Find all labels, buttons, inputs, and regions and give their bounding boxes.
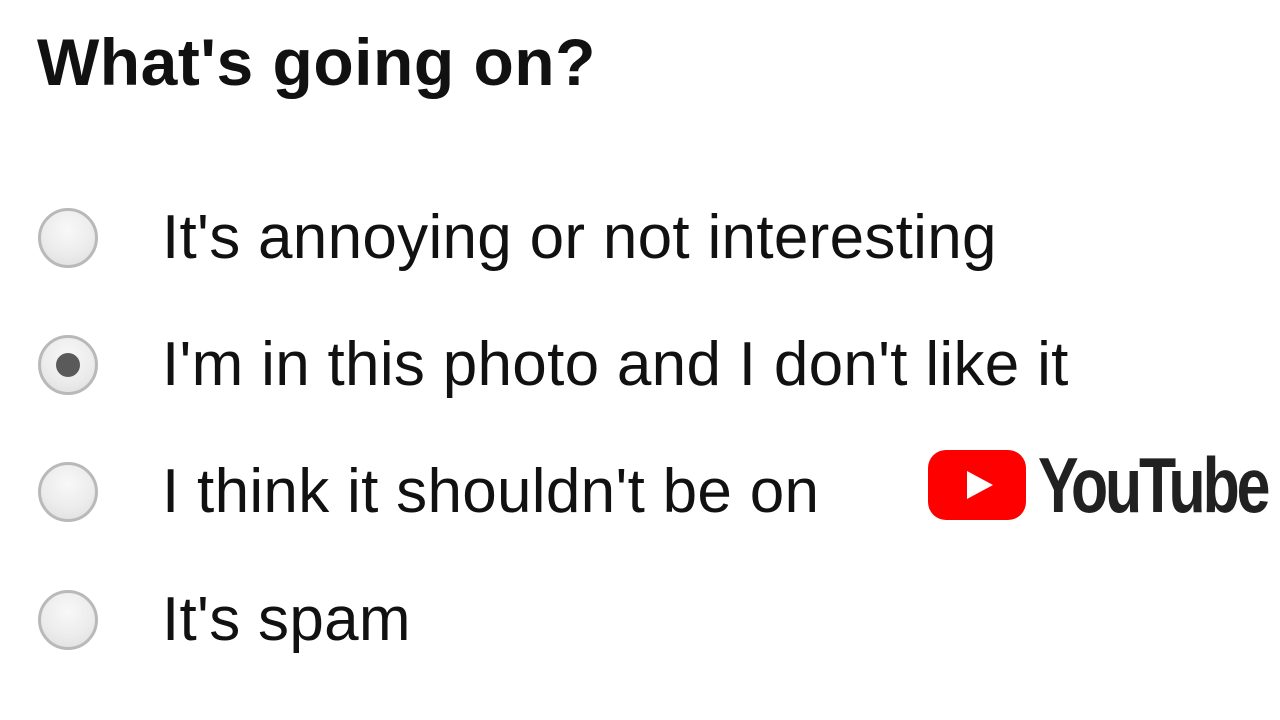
option-label: I'm in this photo and I don't like it — [162, 330, 1069, 399]
radio-button[interactable] — [38, 590, 98, 650]
radio-button[interactable] — [38, 208, 98, 268]
option-in-photo[interactable]: I'm in this photo and I don't like it — [38, 325, 1069, 405]
option-label: It's annoying or not interesting — [162, 203, 997, 272]
play-icon — [928, 450, 1026, 520]
option-shouldnt-be-on[interactable]: I think it shouldn't be on — [38, 452, 819, 532]
youtube-wordmark: YouTube — [1038, 441, 1270, 529]
option-label: I think it shouldn't be on — [162, 457, 820, 526]
youtube-logo: YouTube — [928, 441, 1280, 529]
option-label: It's spam — [162, 585, 411, 654]
option-spam[interactable]: It's spam — [38, 580, 411, 660]
radio-button[interactable] — [38, 462, 98, 522]
radio-dot — [56, 353, 80, 377]
option-annoying[interactable]: It's annoying or not interesting — [38, 198, 997, 278]
page-title: What's going on? — [37, 25, 596, 99]
radio-button-selected[interactable] — [38, 335, 98, 395]
